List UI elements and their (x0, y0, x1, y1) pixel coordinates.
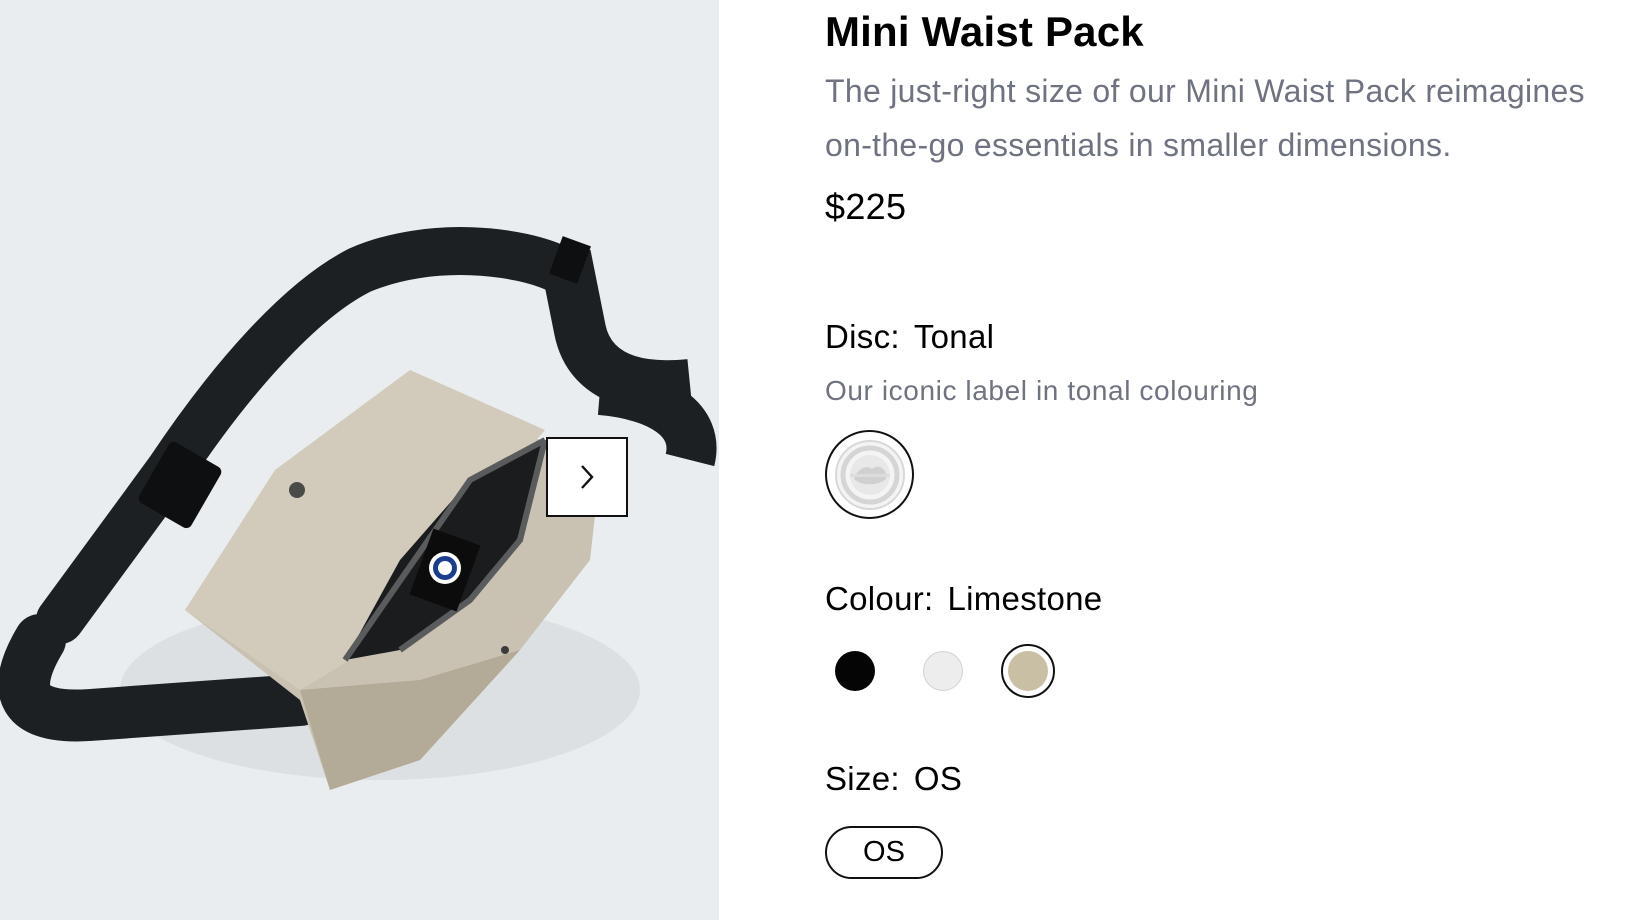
disc-label: Disc: (825, 318, 900, 355)
next-image-button[interactable] (546, 437, 628, 517)
size-option-label: Size: OS (825, 760, 962, 798)
size-button-os[interactable]: OS (825, 826, 943, 879)
disc-note: Our iconic label in tonal colouring (825, 375, 1259, 406)
colour-swatch-fill (835, 651, 875, 691)
colour-value: Limestone (947, 580, 1103, 617)
disc-option-label: Disc: Tonal (825, 318, 994, 356)
product-title: Mini Waist Pack (825, 8, 1144, 55)
colour-swatch-white[interactable] (918, 646, 968, 696)
disc-badge-icon (834, 439, 905, 510)
product-gallery (0, 0, 719, 920)
product-price: $225 (825, 186, 907, 227)
disc-swatch-tonal[interactable] (825, 430, 914, 519)
product-description: The just-right size of our Mini Waist Pa… (825, 73, 1585, 163)
chevron-right-icon (581, 465, 594, 489)
colour-swatch-limestone[interactable] (1001, 644, 1055, 698)
colour-option-label: Colour: Limestone (825, 580, 1102, 618)
disc-value: Tonal (913, 318, 995, 355)
colour-label: Colour: (825, 580, 934, 617)
colour-swatch-fill (923, 651, 963, 691)
size-label: Size: (825, 760, 900, 797)
size-value: OS (913, 760, 963, 797)
colour-swatch-black[interactable] (830, 646, 880, 696)
colour-swatch-fill (1008, 651, 1048, 691)
